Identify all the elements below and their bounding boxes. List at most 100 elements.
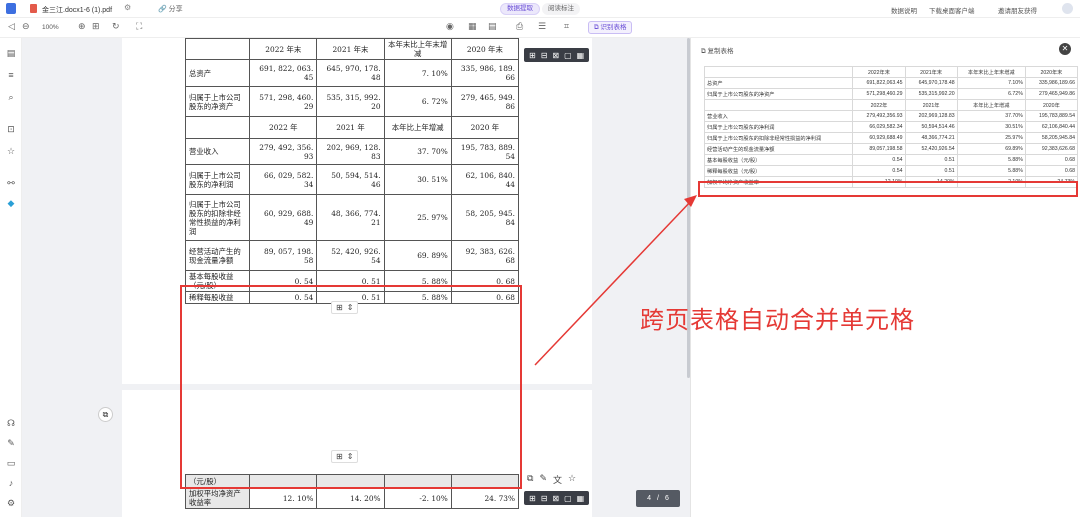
star-icon[interactable]: ☆: [5, 146, 17, 157]
recognize-table-button[interactable]: ⧉ 识别表格: [588, 21, 633, 34]
download-client-link[interactable]: 下载桌面客户端: [929, 5, 975, 15]
insert-col-icon[interactable]: ⊟: [541, 51, 548, 60]
translate-icon[interactable]: 文: [553, 473, 562, 486]
value-cell[interactable]: 25. 97%: [383, 194, 452, 241]
spreadsheet-label-cell[interactable]: 经营活动产生的现金流量净额: [703, 143, 854, 155]
zoom-in-icon[interactable]: ⊕: [78, 21, 86, 32]
spreadsheet-label-cell[interactable]: 归属于上市公司股东的净资产: [703, 88, 854, 100]
spreadsheet-value-cell[interactable]: 0.51: [904, 165, 958, 177]
close-icon[interactable]: ✕: [1059, 43, 1071, 55]
spreadsheet-value-cell[interactable]: 37.70%: [956, 110, 1026, 122]
value-cell[interactable]: 571, 298, 460. 29: [249, 86, 318, 117]
spreadsheet-value-cell[interactable]: 7.10%: [956, 77, 1026, 89]
row-label-cell[interactable]: 营业收入: [184, 138, 251, 165]
value-cell[interactable]: 52, 420, 926. 54: [316, 240, 385, 271]
spreadsheet-value-cell[interactable]: 52,420,926.54: [904, 143, 958, 155]
spreadsheet-value-cell[interactable]: 本年末比上年末增减: [956, 66, 1026, 78]
favorite-icon[interactable]: ☆: [568, 473, 576, 486]
spreadsheet-value-cell[interactable]: 89,057,198.58: [852, 143, 906, 155]
spreadsheet-label-cell[interactable]: 归属于上市公司股东的扣除非经常性损益的净利润: [703, 132, 854, 144]
spreadsheet-value-cell[interactable]: 30.51%: [956, 121, 1026, 133]
scan-icon[interactable]: ⌗: [564, 21, 569, 32]
value-cell[interactable]: 7. 10%: [383, 59, 452, 87]
spreadsheet-value-cell[interactable]: 2022年末: [852, 66, 906, 78]
notes-icon[interactable]: ✎: [5, 438, 17, 449]
spreadsheet-value-cell[interactable]: 69.89%: [956, 143, 1026, 155]
spreadsheet-value-cell[interactable]: 0.54: [852, 165, 906, 177]
spreadsheet-value-cell[interactable]: 92,383,626.68: [1024, 143, 1079, 155]
table-grid-icon[interactable]: ▦: [468, 21, 477, 32]
eye-icon[interactable]: ◉: [446, 21, 454, 32]
spreadsheet-label-cell[interactable]: 稀释每股收益（元/股）: [703, 165, 854, 177]
spreadsheet-value-cell[interactable]: 691,822,063.45: [852, 77, 906, 89]
outline-icon[interactable]: ≡: [5, 70, 17, 80]
value-cell[interactable]: 2021 年: [316, 116, 385, 139]
value-cell[interactable]: 60, 929, 688. 49: [249, 194, 318, 241]
spreadsheet-label-cell[interactable]: [703, 99, 854, 111]
insert-row-icon[interactable]: ⊞: [529, 51, 536, 60]
row-label-cell[interactable]: 加权平均净资产收益率: [184, 487, 251, 509]
rotate-icon[interactable]: ↻: [112, 21, 120, 32]
value-cell[interactable]: 195, 783, 889. 54: [450, 138, 520, 165]
share-link[interactable]: 🔗 分享: [158, 4, 183, 14]
edit-icon[interactable]: ✎: [539, 473, 547, 486]
spreadsheet-value-cell[interactable]: 2022年: [852, 99, 906, 111]
insert-row-icon-2[interactable]: ⊞: [529, 494, 536, 503]
spreadsheet-value-cell[interactable]: 50,594,514.46: [904, 121, 958, 133]
spreadsheet-label-cell[interactable]: 总资产: [703, 77, 854, 89]
zoom-out-icon[interactable]: ⊖: [22, 21, 30, 32]
speaker-icon[interactable]: ♪: [5, 478, 17, 488]
value-cell[interactable]: 202, 969, 128. 83: [316, 138, 385, 165]
value-cell[interactable]: 645, 970, 178. 48: [316, 59, 385, 87]
merge-cells-icon[interactable]: ⊠: [552, 51, 559, 60]
grid-icon[interactable]: ▦: [577, 51, 585, 60]
copy-table-icon[interactable]: ⧉: [527, 473, 533, 486]
spreadsheet-value-cell[interactable]: 本年比上年增减: [956, 99, 1026, 111]
camera-icon[interactable]: ⎙: [516, 21, 523, 32]
table-split-icon[interactable]: ▤: [488, 21, 497, 32]
spreadsheet-label-cell[interactable]: 基本每股收益（元/股）: [703, 154, 854, 166]
value-cell[interactable]: 92, 383, 626. 68: [450, 240, 520, 271]
settings-gear-icon[interactable]: ⚙: [124, 3, 131, 12]
merge-cells-icon-2[interactable]: ⊠: [552, 494, 559, 503]
value-cell[interactable]: 30. 51%: [383, 164, 452, 195]
page-indicator[interactable]: 4 / 6: [636, 490, 680, 507]
insert-col-icon-2[interactable]: ⊟: [541, 494, 548, 503]
value-cell[interactable]: 37. 70%: [383, 138, 452, 165]
value-cell[interactable]: 14. 20%: [316, 487, 385, 509]
value-cell[interactable]: 本年末比上年末增减: [383, 38, 452, 60]
value-cell[interactable]: 66, 029, 582. 34: [249, 164, 318, 195]
spreadsheet-value-cell[interactable]: 2020年: [1024, 99, 1079, 111]
value-cell[interactable]: 335, 986, 189. 66: [450, 59, 520, 87]
fit-page-icon[interactable]: ⊞: [92, 21, 100, 32]
copy-note-icon[interactable]: ⧉: [98, 407, 113, 422]
grid-icon-2[interactable]: ▦: [577, 494, 585, 503]
data-notes-link[interactable]: 数据说明: [891, 5, 917, 15]
bookmark-icon[interactable]: ⊡: [5, 124, 17, 135]
document-icon[interactable]: ▤: [5, 48, 17, 59]
frame-icon[interactable]: ▢: [564, 51, 572, 60]
spreadsheet-label-cell[interactable]: [703, 66, 854, 78]
row-label-cell[interactable]: [184, 116, 251, 139]
value-cell[interactable]: 535, 315, 992. 20: [316, 86, 385, 117]
spreadsheet-value-cell[interactable]: 0.68: [1024, 154, 1079, 166]
prev-page-icon[interactable]: ◁: [8, 21, 15, 32]
spreadsheet-value-cell[interactable]: 0.68: [1024, 165, 1079, 177]
user-avatar[interactable]: [1062, 3, 1073, 14]
spreadsheet-value-cell[interactable]: 62,106,840.44: [1024, 121, 1079, 133]
spreadsheet-value-cell[interactable]: 58,205,945.84: [1024, 132, 1079, 144]
value-cell[interactable]: 89, 057, 198. 58: [249, 240, 318, 271]
value-cell[interactable]: 62, 106, 840. 44: [450, 164, 520, 195]
spreadsheet-value-cell[interactable]: 6.72%: [956, 88, 1026, 100]
spreadsheet-value-cell[interactable]: 0.51: [904, 154, 958, 166]
spreadsheet-value-cell[interactable]: 571,298,460.29: [852, 88, 906, 100]
spreadsheet-value-cell[interactable]: 5.88%: [956, 154, 1026, 166]
list-icon[interactable]: ☰: [538, 21, 546, 32]
value-cell[interactable]: -2. 10%: [383, 487, 452, 509]
plugin-icon[interactable]: ◆: [5, 198, 17, 209]
value-cell[interactable]: 12. 10%: [249, 487, 318, 509]
spreadsheet-value-cell[interactable]: 66,029,582.34: [852, 121, 906, 133]
value-cell[interactable]: 2020 年: [450, 116, 520, 139]
spreadsheet-value-cell[interactable]: 535,315,992.20: [904, 88, 958, 100]
value-cell[interactable]: 2022 年末: [249, 38, 318, 60]
